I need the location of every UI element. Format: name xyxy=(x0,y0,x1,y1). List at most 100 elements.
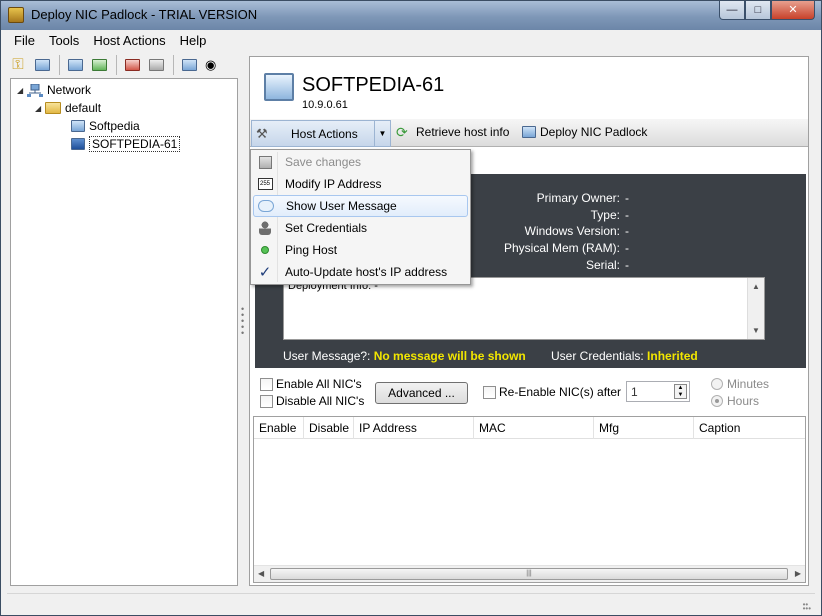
host-details-panel: SOFTPEDIA-61 10.9.0.61 ⚒ Host Actions ▼ … xyxy=(249,56,809,586)
menu-help[interactable]: Help xyxy=(173,31,214,51)
toolbar-separator xyxy=(116,55,117,75)
vertical-scrollbar[interactable]: ▲ ▼ xyxy=(747,278,764,339)
nic-controls: Enable All NIC's Disable All NIC's Advan… xyxy=(250,373,808,415)
folder-icon xyxy=(45,102,61,114)
caption-buttons: — □ ✕ xyxy=(719,1,815,21)
hours-radio[interactable]: Hours xyxy=(711,394,759,408)
menu-host-actions[interactable]: Host Actions xyxy=(86,31,172,51)
tree-label-default: default xyxy=(65,101,102,115)
network-tree[interactable]: ◢ Network ◢ default Softpedia SOFTPEDIA-… xyxy=(10,78,238,586)
deploy-icon xyxy=(522,126,536,138)
host-computer-icon xyxy=(264,73,294,101)
tree-label-network: Network xyxy=(47,83,92,97)
enable-all-checkbox[interactable]: Enable All NIC's xyxy=(260,377,362,391)
menu-file[interactable]: File xyxy=(7,31,42,51)
menu-item-save-changes[interactable]: Save changes xyxy=(253,151,468,173)
find-button[interactable]: ◉ xyxy=(202,54,224,76)
title-bar[interactable]: Deploy NIC Padlock - TRIAL VERSION — □ ✕ xyxy=(1,1,821,30)
menu-tools[interactable]: Tools xyxy=(42,31,86,51)
reenable-checkbox[interactable]: Re-Enable NIC(s) after xyxy=(483,385,621,399)
toolbar-separator xyxy=(173,55,174,75)
column-mfg[interactable]: Mfg xyxy=(594,417,694,439)
minutes-radio[interactable]: Minutes xyxy=(711,377,769,391)
network-icon xyxy=(27,83,43,97)
resize-grip-icon[interactable]: •• ••• xyxy=(803,601,811,613)
host-ip: 10.9.0.61 xyxy=(302,99,348,111)
tools-icon: ⚒ xyxy=(256,125,268,141)
host-actions-button[interactable]: ⚒ Host Actions ▼ xyxy=(251,120,391,147)
scroll-right-icon[interactable]: ▶ xyxy=(795,569,801,578)
scroll-thumb[interactable]: ||| xyxy=(270,568,788,580)
spin-arrows-icon[interactable]: ▲ ▼ xyxy=(674,384,687,399)
green-dot-icon xyxy=(255,246,275,254)
toolbar-separator xyxy=(59,55,60,75)
collapse-icon[interactable]: ◢ xyxy=(17,86,27,95)
column-mac[interactable]: MAC xyxy=(474,417,594,439)
message-icon xyxy=(256,200,276,212)
add-group-button[interactable] xyxy=(64,54,86,76)
padlock-app-icon xyxy=(8,7,24,23)
host-action-bar: ⚒ Host Actions ▼ ⟳ Retrieve host info De… xyxy=(250,119,808,147)
remove-host-button[interactable] xyxy=(121,54,143,76)
menu-item-show-user-message[interactable]: Show User Message xyxy=(253,195,468,217)
deployment-info-box[interactable]: Deployment Info: - ▲ ▼ xyxy=(283,277,765,340)
add-host-button[interactable] xyxy=(31,54,53,76)
nic-grid[interactable]: Enable Disable IP Address MAC Mfg Captio… xyxy=(253,416,806,583)
computer-icon xyxy=(71,138,85,150)
edit-host-button[interactable] xyxy=(145,54,167,76)
app-window: Deploy NIC Padlock - TRIAL VERSION — □ ✕… xyxy=(0,0,822,616)
user-icon xyxy=(255,221,275,235)
disable-all-checkbox[interactable]: Disable All NIC's xyxy=(260,394,364,408)
host-actions-label: Host Actions xyxy=(291,126,358,141)
key-icon: ⚿ xyxy=(12,56,24,73)
key-button[interactable]: ⚿ xyxy=(7,54,29,76)
column-disable[interactable]: Disable xyxy=(304,417,354,439)
scan-button[interactable] xyxy=(178,54,200,76)
menu-item-modify-ip[interactable]: 255 Modify IP Address xyxy=(253,173,468,195)
user-credentials-status: User Credentials: Inherited xyxy=(551,349,698,363)
dropdown-arrow-icon[interactable]: ▼ xyxy=(374,121,390,146)
deploy-label: Deploy NIC Padlock xyxy=(540,125,648,139)
splitter-handle[interactable]: • • • • • xyxy=(241,305,245,338)
retrieve-host-info-button[interactable]: ⟳ Retrieve host info xyxy=(396,125,509,139)
column-caption[interactable]: Caption xyxy=(694,417,805,439)
remove-host-icon xyxy=(124,59,140,71)
add-network-button[interactable] xyxy=(88,54,110,76)
scroll-down-icon[interactable]: ▼ xyxy=(752,326,760,335)
edit-host-icon xyxy=(148,59,164,71)
add-network-icon xyxy=(91,59,107,71)
menu-item-auto-update-ip[interactable]: ✓ Auto-Update host's IP address xyxy=(253,261,468,283)
menu-item-set-credentials[interactable]: Set Credentials xyxy=(253,217,468,239)
host-actions-dropdown: Save changes 255 Modify IP Address Show … xyxy=(250,149,471,285)
retrieve-label: Retrieve host info xyxy=(416,125,510,139)
tree-node-network[interactable]: ◢ Network xyxy=(17,81,91,99)
user-message-status: User Message?: No message will be shown xyxy=(283,349,526,363)
horizontal-scrollbar[interactable]: ◀ ||| ▶ xyxy=(254,565,805,582)
tree-node-host[interactable]: Softpedia xyxy=(71,117,140,135)
window-title: Deploy NIC Padlock - TRIAL VERSION xyxy=(31,7,258,22)
collapse-icon[interactable]: ◢ xyxy=(35,104,45,113)
scroll-up-icon[interactable]: ▲ xyxy=(752,282,760,291)
scroll-left-icon[interactable]: ◀ xyxy=(258,569,264,578)
minimize-button[interactable]: — xyxy=(719,1,745,20)
ip-icon: 255 xyxy=(255,178,275,190)
floppy-icon xyxy=(255,155,275,169)
add-group-icon xyxy=(67,59,83,71)
computer-icon xyxy=(71,120,85,132)
deploy-nic-padlock-button[interactable]: Deploy NIC Padlock xyxy=(522,125,647,139)
reenable-value-stepper[interactable]: 1 ▲ ▼ xyxy=(626,381,690,402)
menu-item-ping-host[interactable]: Ping Host xyxy=(253,239,468,261)
binoculars-icon: ◉ xyxy=(205,57,217,72)
refresh-icon: ⟳ xyxy=(396,124,408,140)
column-ip-address[interactable]: IP Address xyxy=(354,417,474,439)
tree-node-default[interactable]: ◢ default xyxy=(35,99,101,117)
maximize-button[interactable]: □ xyxy=(745,1,771,20)
tree-label-host: Softpedia xyxy=(89,119,140,133)
column-enable[interactable]: Enable xyxy=(254,417,304,439)
tree-node-host-selected[interactable]: SOFTPEDIA-61 xyxy=(71,135,181,153)
close-button[interactable]: ✕ xyxy=(771,1,815,20)
advanced-button[interactable]: Advanced ... xyxy=(375,382,468,404)
tree-label-host: SOFTPEDIA-61 xyxy=(89,136,181,152)
add-host-icon xyxy=(34,59,50,71)
host-name: SOFTPEDIA-61 xyxy=(302,74,445,96)
